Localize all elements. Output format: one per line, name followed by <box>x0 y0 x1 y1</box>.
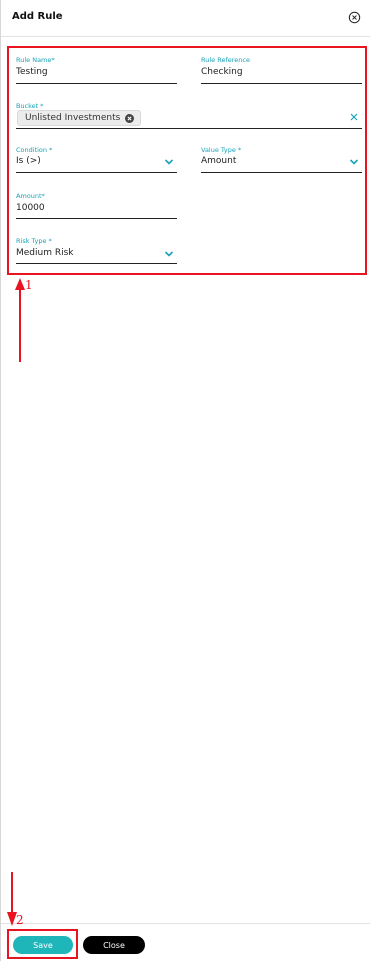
panel-title: Add Rule <box>12 11 63 22</box>
close-button[interactable]: Close <box>83 936 145 954</box>
add-rule-panel: Add Rule Rule Name* Testing Rule Referen… <box>0 0 370 961</box>
annotation-box-1 <box>7 46 367 275</box>
annotation-arrow-up <box>15 278 25 362</box>
annotation-box-2 <box>7 929 78 959</box>
close-circle-icon[interactable] <box>348 11 361 24</box>
footer-divider <box>1 923 370 924</box>
annotation-arrow-down <box>7 872 17 926</box>
panel-header: Add Rule <box>1 0 370 37</box>
